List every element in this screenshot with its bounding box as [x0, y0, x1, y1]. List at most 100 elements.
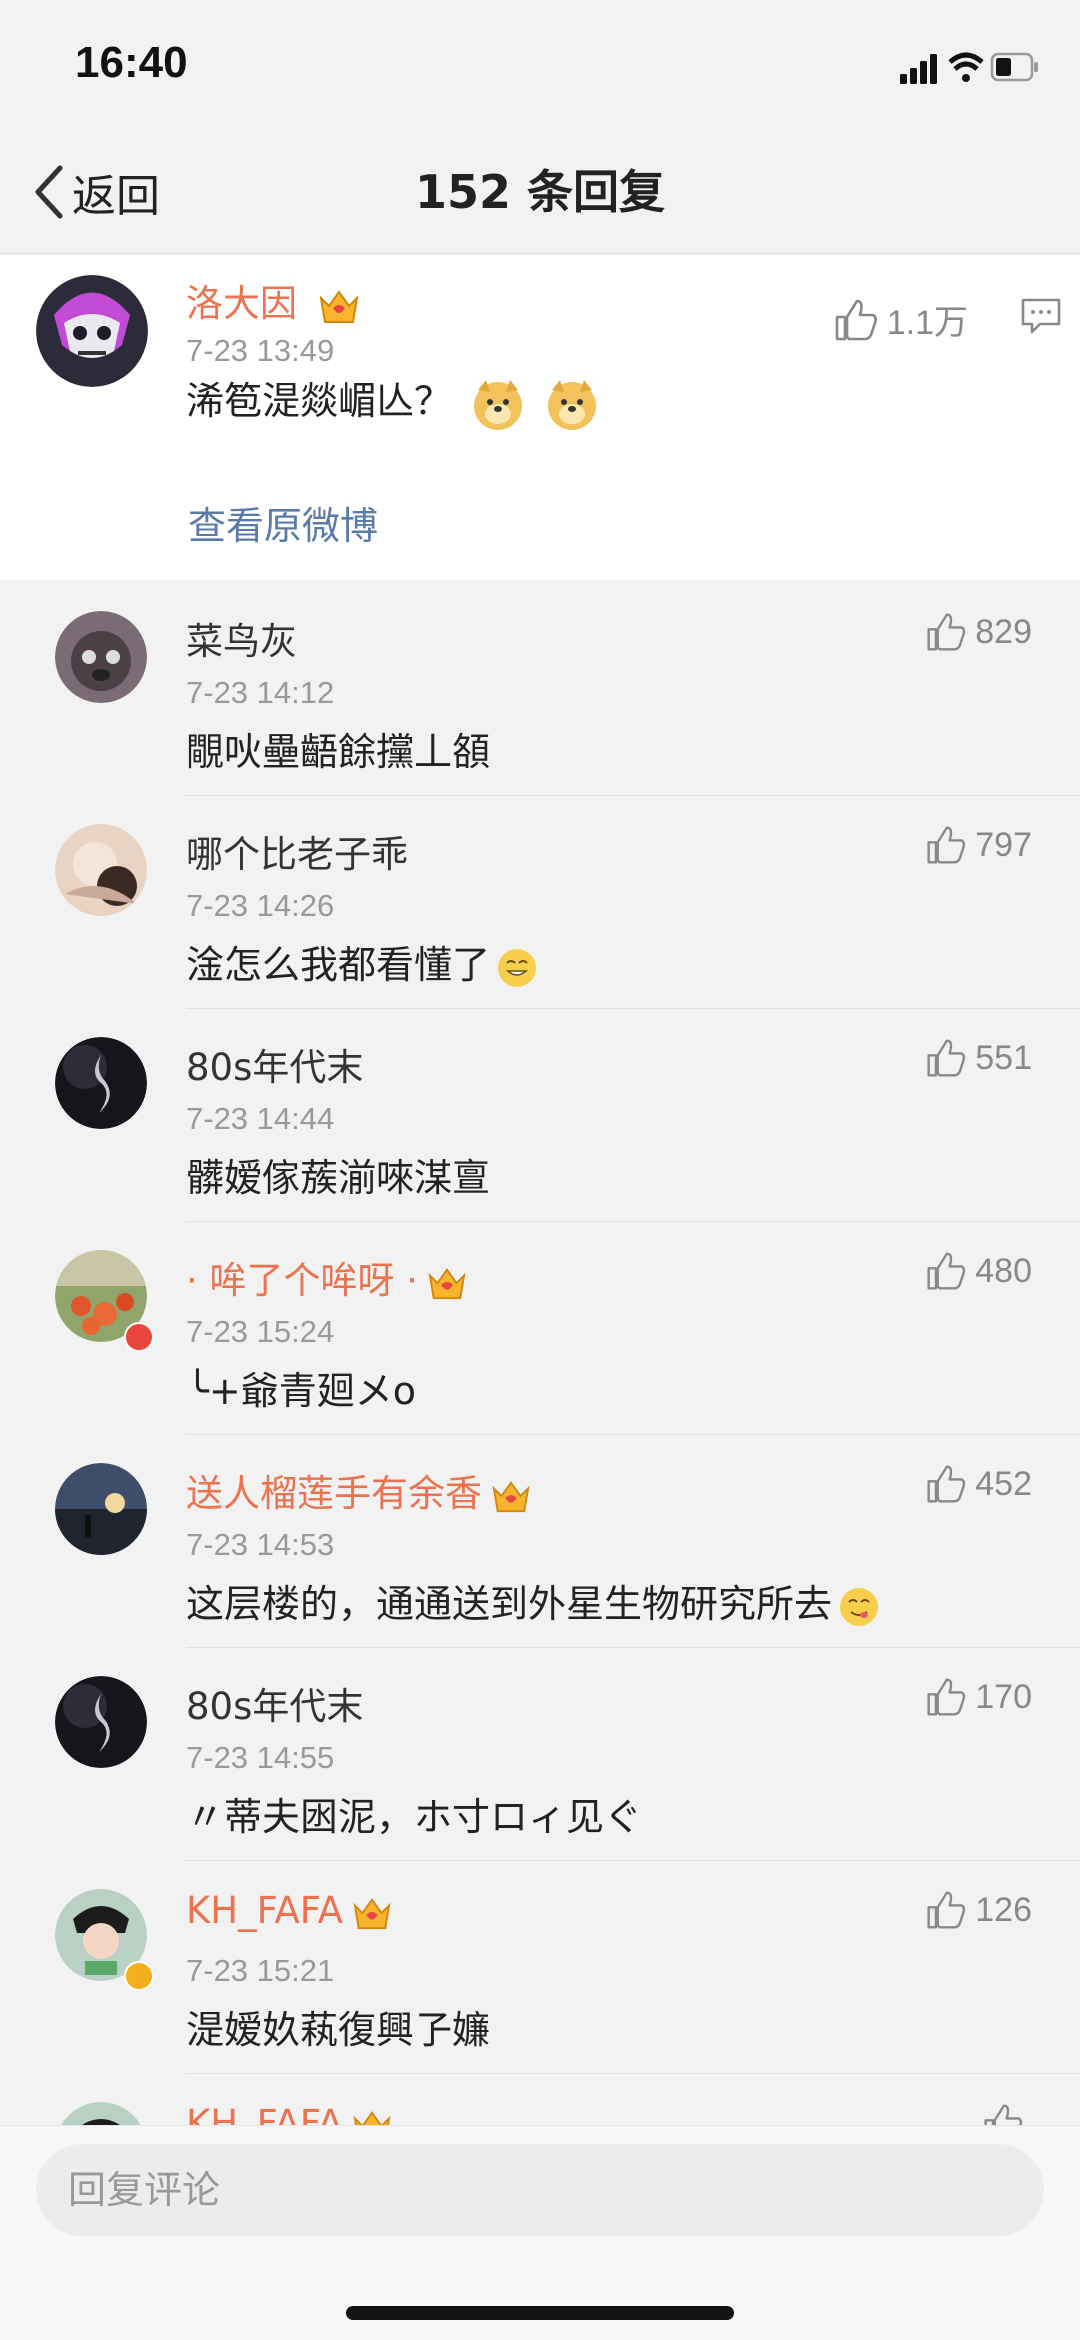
comment-text: 这层楼的，通通送到外星生物研究所去 — [186, 1582, 833, 1626]
username[interactable]: 送人榴莲手有余香 — [186, 1463, 532, 1517]
like-button[interactable]: 797 — [925, 824, 1032, 866]
like-count: 480 — [975, 1251, 1032, 1290]
like-button[interactable]: 1.1万 — [833, 295, 968, 344]
reply-item[interactable]: KH_FAFA 7-23 15:21 湜嫒奺萟復興孒嬚 126 — [0, 1861, 1080, 2074]
status-icons — [900, 48, 1040, 88]
vip-crown-icon — [492, 1480, 530, 1512]
avatar[interactable] — [55, 611, 147, 703]
reply-item[interactable]: 哪个比老子乖 7-23 14:26 淦怎么我都看懂了 797 — [0, 796, 1080, 1009]
yum-emoji-icon — [840, 1587, 879, 1626]
comment-text: ╰+爺青廻メo — [186, 1369, 416, 1413]
verified-badge-icon — [124, 1961, 154, 1991]
like-count: 829 — [975, 612, 1032, 651]
username[interactable]: 菜鸟灰 — [186, 611, 297, 665]
vip-crown-icon — [319, 289, 359, 323]
thumbs-up-icon — [927, 1039, 966, 1077]
like-count: 452 — [975, 1464, 1032, 1503]
username[interactable]: · 哞了个哞呀 · — [186, 1250, 468, 1304]
main-comment: 洛大因 7-23 13:49 浠笣湜燚嵋亾？ 查看原微博 1.1万 — [0, 255, 1080, 580]
username-text: 送人榴莲手有余香 — [186, 1472, 482, 1515]
reply-item[interactable]: 菜鸟灰 7-23 14:12 覸吙壘齬餘攩丄頟 829 — [0, 583, 1080, 796]
vip-crown-icon — [428, 1267, 466, 1299]
like-count: 170 — [975, 1677, 1032, 1716]
battery-icon — [990, 52, 1038, 82]
like-button[interactable]: 452 — [925, 1463, 1032, 1505]
like-button[interactable]: 126 — [925, 1889, 1032, 1931]
comment-text: 覸吙壘齬餘攩丄頟 — [186, 730, 491, 774]
thumbs-up-icon — [927, 826, 966, 864]
comment-content: 这层楼的，通通送到外星生物研究所去 — [186, 1573, 880, 1628]
username-text: 哪个比老子乖 — [186, 833, 408, 876]
username-text: 80s年代末 — [186, 1685, 364, 1728]
username[interactable]: 80s年代末 — [186, 1037, 363, 1091]
like-count: 797 — [975, 825, 1032, 864]
comment-text: 浠笣湜燚嵋亾？ — [186, 379, 453, 423]
like-count: 126 — [975, 1890, 1032, 1929]
thumbs-up-icon — [927, 1465, 966, 1503]
timestamp: 7-23 15:24 — [186, 1314, 335, 1349]
avatar[interactable] — [55, 824, 147, 916]
username-text: · 哞了个哞呀 · — [186, 1259, 419, 1302]
username-text: 菜鸟灰 — [186, 620, 297, 663]
comment-content: 浠笣湜燚嵋亾？ — [186, 370, 600, 432]
comment-content: ╰+爺青廻メo — [186, 1360, 416, 1415]
avatar[interactable] — [36, 275, 148, 387]
like-button[interactable]: 829 — [925, 611, 1032, 653]
home-indicator — [346, 2306, 734, 2320]
comment-icon — [1021, 298, 1061, 334]
thumbs-up-icon — [927, 1252, 966, 1290]
avatar[interactable] — [55, 1676, 147, 1768]
timestamp: 7-23 14:26 — [186, 888, 335, 923]
thumbs-up-icon — [927, 613, 966, 651]
like-count: 1.1万 — [886, 304, 968, 342]
username-text: KH_FAFA — [186, 1889, 343, 1932]
username-text: 80s年代末 — [186, 1046, 364, 1089]
comment-content: 淦怎么我都看懂了 — [186, 934, 538, 989]
username[interactable]: KH_FAFA — [186, 1889, 393, 1932]
comment-text: 髒嫒傢蔟湔唻湈亶 — [186, 1156, 491, 1200]
like-button[interactable]: 551 — [925, 1037, 1032, 1079]
avatar[interactable] — [55, 1037, 147, 1129]
timestamp: 7-23 13:49 — [186, 333, 335, 368]
view-original-link[interactable]: 查看原微博 — [188, 495, 378, 550]
wifi-icon — [948, 52, 984, 82]
cellular-signal-icon — [900, 54, 937, 84]
username-text: 洛大因 — [186, 282, 297, 325]
timestamp: 7-23 14:44 — [186, 1101, 335, 1136]
doge-emoji-icon — [548, 379, 597, 430]
reply-input[interactable] — [36, 2144, 1044, 2236]
verified-badge-icon — [124, 1322, 154, 1352]
avatar[interactable] — [55, 1463, 147, 1555]
reply-item[interactable]: 送人榴莲手有余香 7-23 14:53 这层楼的，通通送到外星生物研究所去 452 — [0, 1435, 1080, 1648]
reply-item[interactable]: · 哞了个哞呀 · 7-23 15:24 ╰+爺青廻メo 480 — [0, 1222, 1080, 1435]
comment-content: 覸吙壘齬餘攩丄頟 — [186, 721, 490, 776]
thumbs-up-icon — [927, 1678, 966, 1716]
thumbs-up-icon — [835, 299, 877, 340]
username[interactable]: 哪个比老子乖 — [186, 824, 408, 878]
doge-emoji-icon — [474, 379, 523, 430]
timestamp: 7-23 14:55 — [186, 1740, 335, 1775]
thumbs-up-icon — [927, 1891, 966, 1929]
page-title: 152 条回复 — [414, 165, 666, 219]
timestamp: 7-23 14:12 — [186, 675, 335, 710]
like-button[interactable]: 480 — [925, 1250, 1032, 1292]
like-count: 551 — [975, 1038, 1032, 1077]
timestamp: 7-23 15:21 — [186, 1953, 335, 1988]
grin-emoji-icon — [498, 948, 537, 987]
reply-item[interactable]: 80s年代末 7-23 14:44 髒嫒傢蔟湔唻湈亶 551 — [0, 1009, 1080, 1222]
comment-text: 湜嫒奺萟復興孒嬚 — [186, 2008, 491, 2052]
comment-content: 髒嫒傢蔟湔唻湈亶 — [186, 1147, 490, 1202]
username[interactable]: 洛大因 — [186, 273, 361, 327]
reply-button[interactable] — [1020, 295, 1062, 341]
timestamp: 7-23 14:53 — [186, 1527, 335, 1562]
status-time: 16:40 — [75, 38, 188, 87]
username[interactable]: 80s年代末 — [186, 1676, 363, 1730]
bottom-bar — [0, 2125, 1080, 2340]
vip-crown-icon — [353, 1897, 391, 1929]
comment-text: 〃蒂夫囦泥，ホ寸ロィ见ぐ — [186, 1795, 643, 1839]
comment-content: 〃蒂夫囦泥，ホ寸ロィ见ぐ — [186, 1786, 642, 1841]
comment-content: 湜嫒奺萟復興孒嬚 — [186, 1999, 490, 2054]
comment-text: 淦怎么我都看懂了 — [186, 943, 491, 987]
like-button[interactable]: 170 — [925, 1676, 1032, 1718]
reply-item[interactable]: 80s年代末 7-23 14:55 〃蒂夫囦泥，ホ寸ロィ见ぐ 170 — [0, 1648, 1080, 1861]
